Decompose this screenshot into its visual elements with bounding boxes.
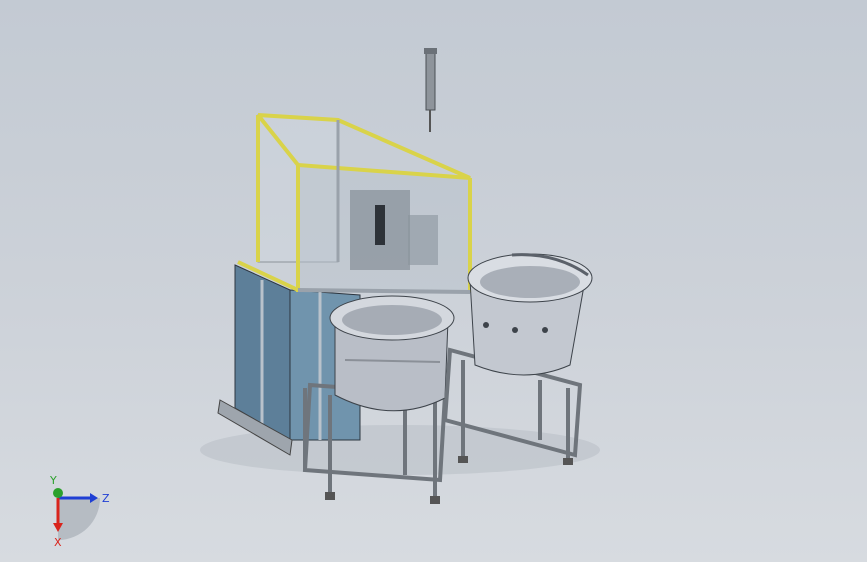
left-vibratory-bowl[interactable] (329, 295, 455, 412)
coordinate-triad-icon: Z X Y (49, 474, 110, 549)
x-axis-label: X (54, 536, 62, 549)
right-vibratory-bowl[interactable] (467, 253, 593, 376)
signal-tower[interactable] (424, 48, 437, 132)
z-axis-label: Z (102, 492, 110, 505)
y-axis-dot (53, 488, 63, 498)
assembly-model[interactable] (0, 0, 867, 562)
cad-viewport[interactable]: Z X Y (0, 0, 867, 562)
upper-frame[interactable] (237, 113, 472, 294)
y-axis-label: Y (49, 474, 57, 487)
